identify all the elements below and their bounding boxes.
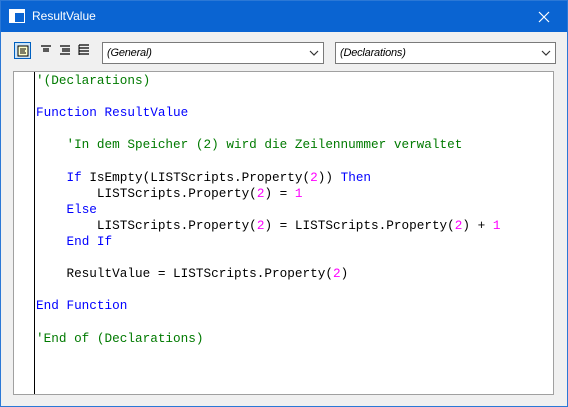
- chevron-down-icon: [541, 50, 551, 56]
- chevron-down-icon: [309, 50, 319, 56]
- code-token: ): [340, 266, 349, 282]
- code-token: ) +: [462, 217, 493, 233]
- code-token: 2: [332, 266, 341, 282]
- code-token: End Function: [36, 298, 128, 314]
- code-line[interactable]: '(Declarations): [36, 73, 150, 89]
- object-combo[interactable]: (General): [102, 42, 324, 64]
- procedure-view-button[interactable]: [14, 42, 31, 59]
- code-line[interactable]: ResultValue = LISTScripts.Property(2): [36, 266, 348, 282]
- code-token: LISTScripts.Property(: [36, 217, 257, 233]
- title-bar[interactable]: ResultValue: [1, 1, 567, 32]
- code-token: ) =: [264, 185, 295, 201]
- code-editor[interactable]: '(Declarations) Function ResultValue 'In …: [13, 71, 554, 395]
- close-button[interactable]: [521, 1, 567, 32]
- procedure-view-icon: [17, 45, 29, 57]
- object-combo-value: (General): [107, 47, 152, 59]
- code-token: Then: [340, 169, 372, 185]
- align-top-icon: [41, 45, 51, 52]
- code-token: If: [66, 169, 82, 185]
- code-line[interactable]: Else: [36, 201, 97, 218]
- code-line[interactable]: LISTScripts.Property(2) = LISTScripts.Pr…: [36, 218, 501, 234]
- window-icon: [9, 9, 25, 23]
- code-line[interactable]: Function ResultValue: [36, 105, 188, 121]
- close-icon: [538, 11, 550, 22]
- align-center-icon: [60, 45, 70, 55]
- code-token: ResultValue = LISTScripts.Property(: [36, 266, 333, 282]
- code-token: 'End of (Declarations): [36, 330, 204, 346]
- align-center-button[interactable]: [57, 42, 74, 59]
- code-token: 2: [310, 169, 318, 185]
- code-token: 'In dem Speicher (2) wird die Zeilennumm…: [36, 137, 463, 153]
- code-line[interactable]: End Function: [36, 298, 127, 314]
- full-module-view-button[interactable]: [76, 42, 93, 59]
- code-token: 1: [294, 185, 303, 201]
- code-token: Else: [66, 201, 97, 217]
- code-token: '(Declarations): [36, 73, 151, 88]
- code-token: Function: [36, 105, 97, 121]
- code-line[interactable]: LISTScripts.Property(2) = 1: [36, 186, 303, 202]
- code-token: 1: [492, 217, 501, 233]
- code-token: ) = LISTScripts.Property(: [264, 217, 455, 233]
- code-token: End If: [66, 234, 113, 249]
- procedure-combo[interactable]: (Declarations): [335, 42, 556, 64]
- code-line[interactable]: If IsEmpty(LISTScripts.Property(2)) Then: [36, 170, 371, 186]
- code-line[interactable]: 'In dem Speicher (2) wird die Zeilennumm…: [36, 137, 462, 153]
- code-token: )): [317, 169, 341, 185]
- margin-indicator-bar: [34, 72, 35, 394]
- procedure-combo-value: (Declarations): [340, 47, 406, 59]
- toolbar: (General) (Declarations): [1, 32, 567, 70]
- code-token: IsEmpty(LISTScripts.Property(: [81, 169, 311, 185]
- code-token: ResultValue: [96, 105, 189, 121]
- code-line[interactable]: End If: [36, 234, 112, 250]
- full-module-view-icon: [78, 44, 89, 55]
- code-window: ResultValue (General) (Declarations) '(D…: [0, 0, 568, 407]
- code-line[interactable]: 'End of (Declarations): [36, 331, 204, 347]
- window-title: ResultValue: [32, 9, 96, 23]
- align-top-button[interactable]: [38, 42, 55, 59]
- code-token: LISTScripts.Property(: [36, 185, 257, 201]
